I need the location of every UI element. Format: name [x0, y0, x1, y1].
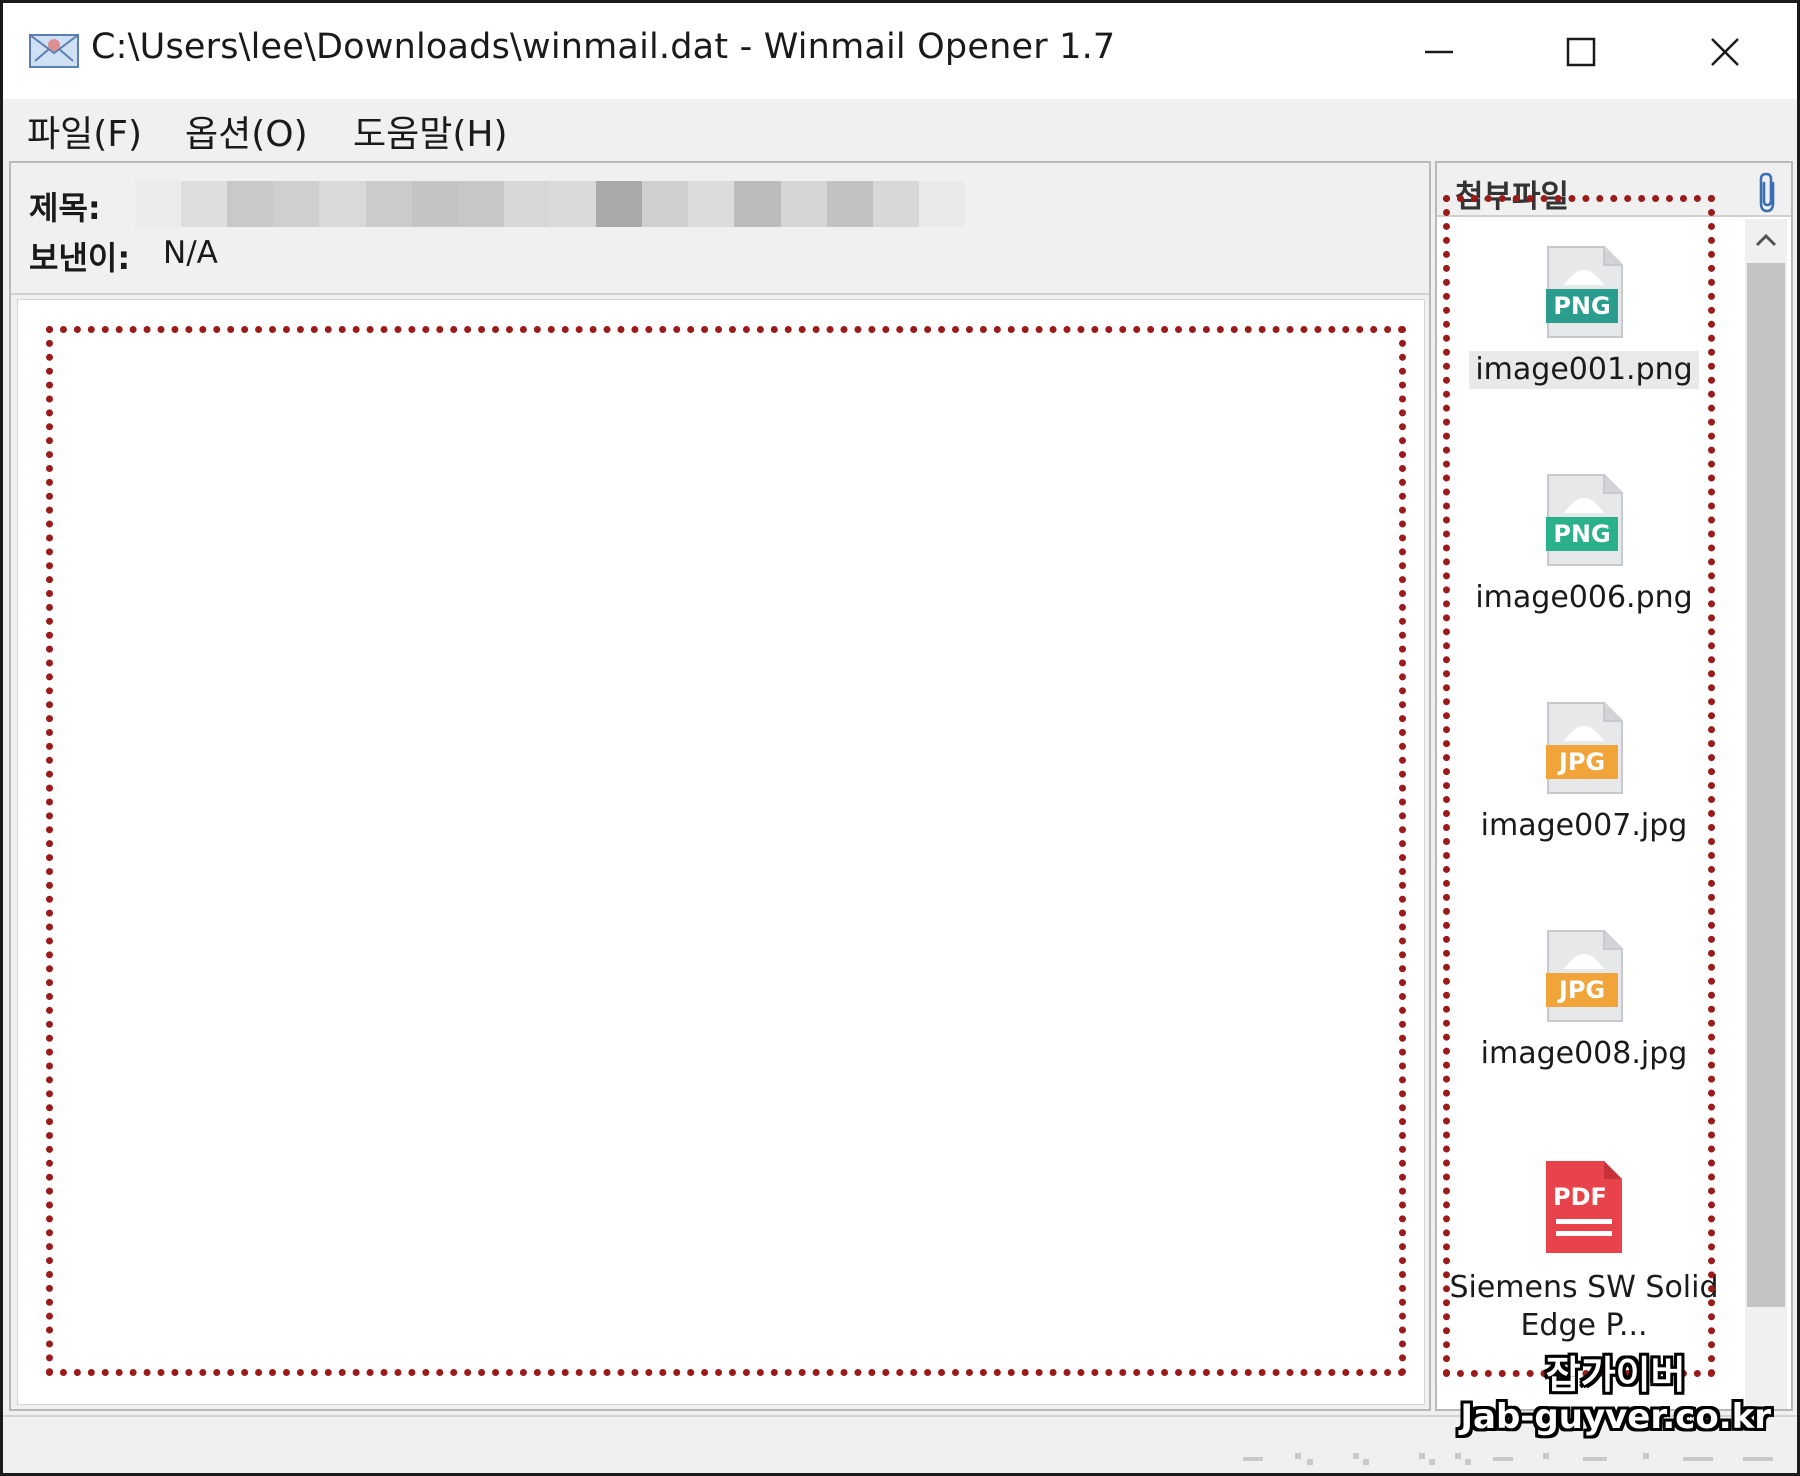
menu-help[interactable]: 도움말(H)	[353, 105, 508, 157]
menu-file[interactable]: 파일(F)	[27, 105, 142, 157]
menu-options[interactable]: 옵션(O)	[185, 105, 308, 157]
message-pane: 제목: 보낸이: N/A	[9, 161, 1431, 1411]
png-file-icon: PNG	[1546, 246, 1623, 338]
maximize-icon	[1566, 37, 1596, 67]
pdf-file-icon: PDF	[1546, 1161, 1622, 1253]
attachment-list: PNG image001.png PNG image006.png JPG im…	[1437, 219, 1745, 1409]
attachments-pane: 첨부파일 PNG image001.png PNG image006.png J…	[1435, 161, 1793, 1411]
message-header: 제목: 보낸이: N/A	[11, 163, 1429, 295]
attachment-item[interactable]: PNG image006.png	[1449, 473, 1719, 617]
attachments-header: 첨부파일	[1437, 163, 1791, 217]
body-highlight-box	[46, 326, 1406, 1376]
maximize-button[interactable]	[1541, 21, 1621, 83]
paperclip-icon	[1759, 172, 1775, 213]
sender-value: N/A	[163, 235, 218, 271]
png-file-icon: PNG	[1546, 474, 1623, 566]
watermark: 잡가이버 Jab-guyver.co.kr	[1460, 1353, 1771, 1437]
menu-bar: 파일(F) 옵션(O) 도움말(H)	[3, 99, 1797, 161]
file-type-badge: PNG	[1553, 520, 1610, 548]
attachment-name: image007.jpg	[1480, 808, 1688, 843]
file-type-badge: JPG	[1557, 976, 1605, 1004]
sender-label: 보낸이:	[29, 239, 131, 277]
attachment-name: image008.jpg	[1480, 1036, 1688, 1071]
attachment-item[interactable]: PNG image001.png	[1449, 245, 1719, 389]
resize-grip-icon	[1243, 1453, 1773, 1465]
app-envelope-icon	[29, 34, 79, 68]
jpg-file-icon: JPG	[1546, 930, 1623, 1022]
title-bar[interactable]: C:\Users\lee\Downloads\winmail.dat - Win…	[3, 3, 1797, 99]
window-title: C:\Users\lee\Downloads\winmail.dat - Win…	[91, 27, 1116, 67]
attachment-item[interactable]: JPG image007.jpg	[1449, 701, 1719, 845]
close-button[interactable]	[1685, 21, 1765, 83]
attachment-name: image006.png	[1475, 580, 1693, 615]
message-body[interactable]	[17, 299, 1425, 1405]
attachment-name: image001.png	[1469, 351, 1699, 389]
subject-label: 제목:	[29, 189, 101, 227]
attachment-item[interactable]: PDF Siemens SW Solid Edge P...	[1449, 1157, 1719, 1345]
scroll-thumb[interactable]	[1747, 263, 1785, 1307]
scroll-up-button[interactable]	[1745, 219, 1787, 261]
minimize-button[interactable]	[1399, 21, 1479, 83]
jpg-file-icon: JPG	[1546, 702, 1623, 794]
file-type-badge: PNG	[1553, 292, 1610, 320]
chevron-up-icon	[1755, 233, 1777, 247]
watermark-brand: 잡가이버	[1545, 1353, 1686, 1397]
subject-value-redacted	[135, 181, 965, 227]
watermark-url: Jab-guyver.co.kr	[1460, 1397, 1771, 1437]
attachments-title: 첨부파일	[1455, 179, 1570, 215]
vertical-scrollbar[interactable]	[1745, 219, 1787, 1409]
minimize-icon	[1425, 50, 1453, 54]
file-type-badge: PDF	[1553, 1183, 1607, 1211]
close-icon	[1711, 38, 1739, 66]
app-window: C:\Users\lee\Downloads\winmail.dat - Win…	[0, 0, 1800, 1476]
attachment-item[interactable]: JPG image008.jpg	[1449, 929, 1719, 1073]
attachment-name: Siemens SW Solid Edge P...	[1449, 1270, 1719, 1343]
file-type-badge: JPG	[1557, 748, 1605, 776]
